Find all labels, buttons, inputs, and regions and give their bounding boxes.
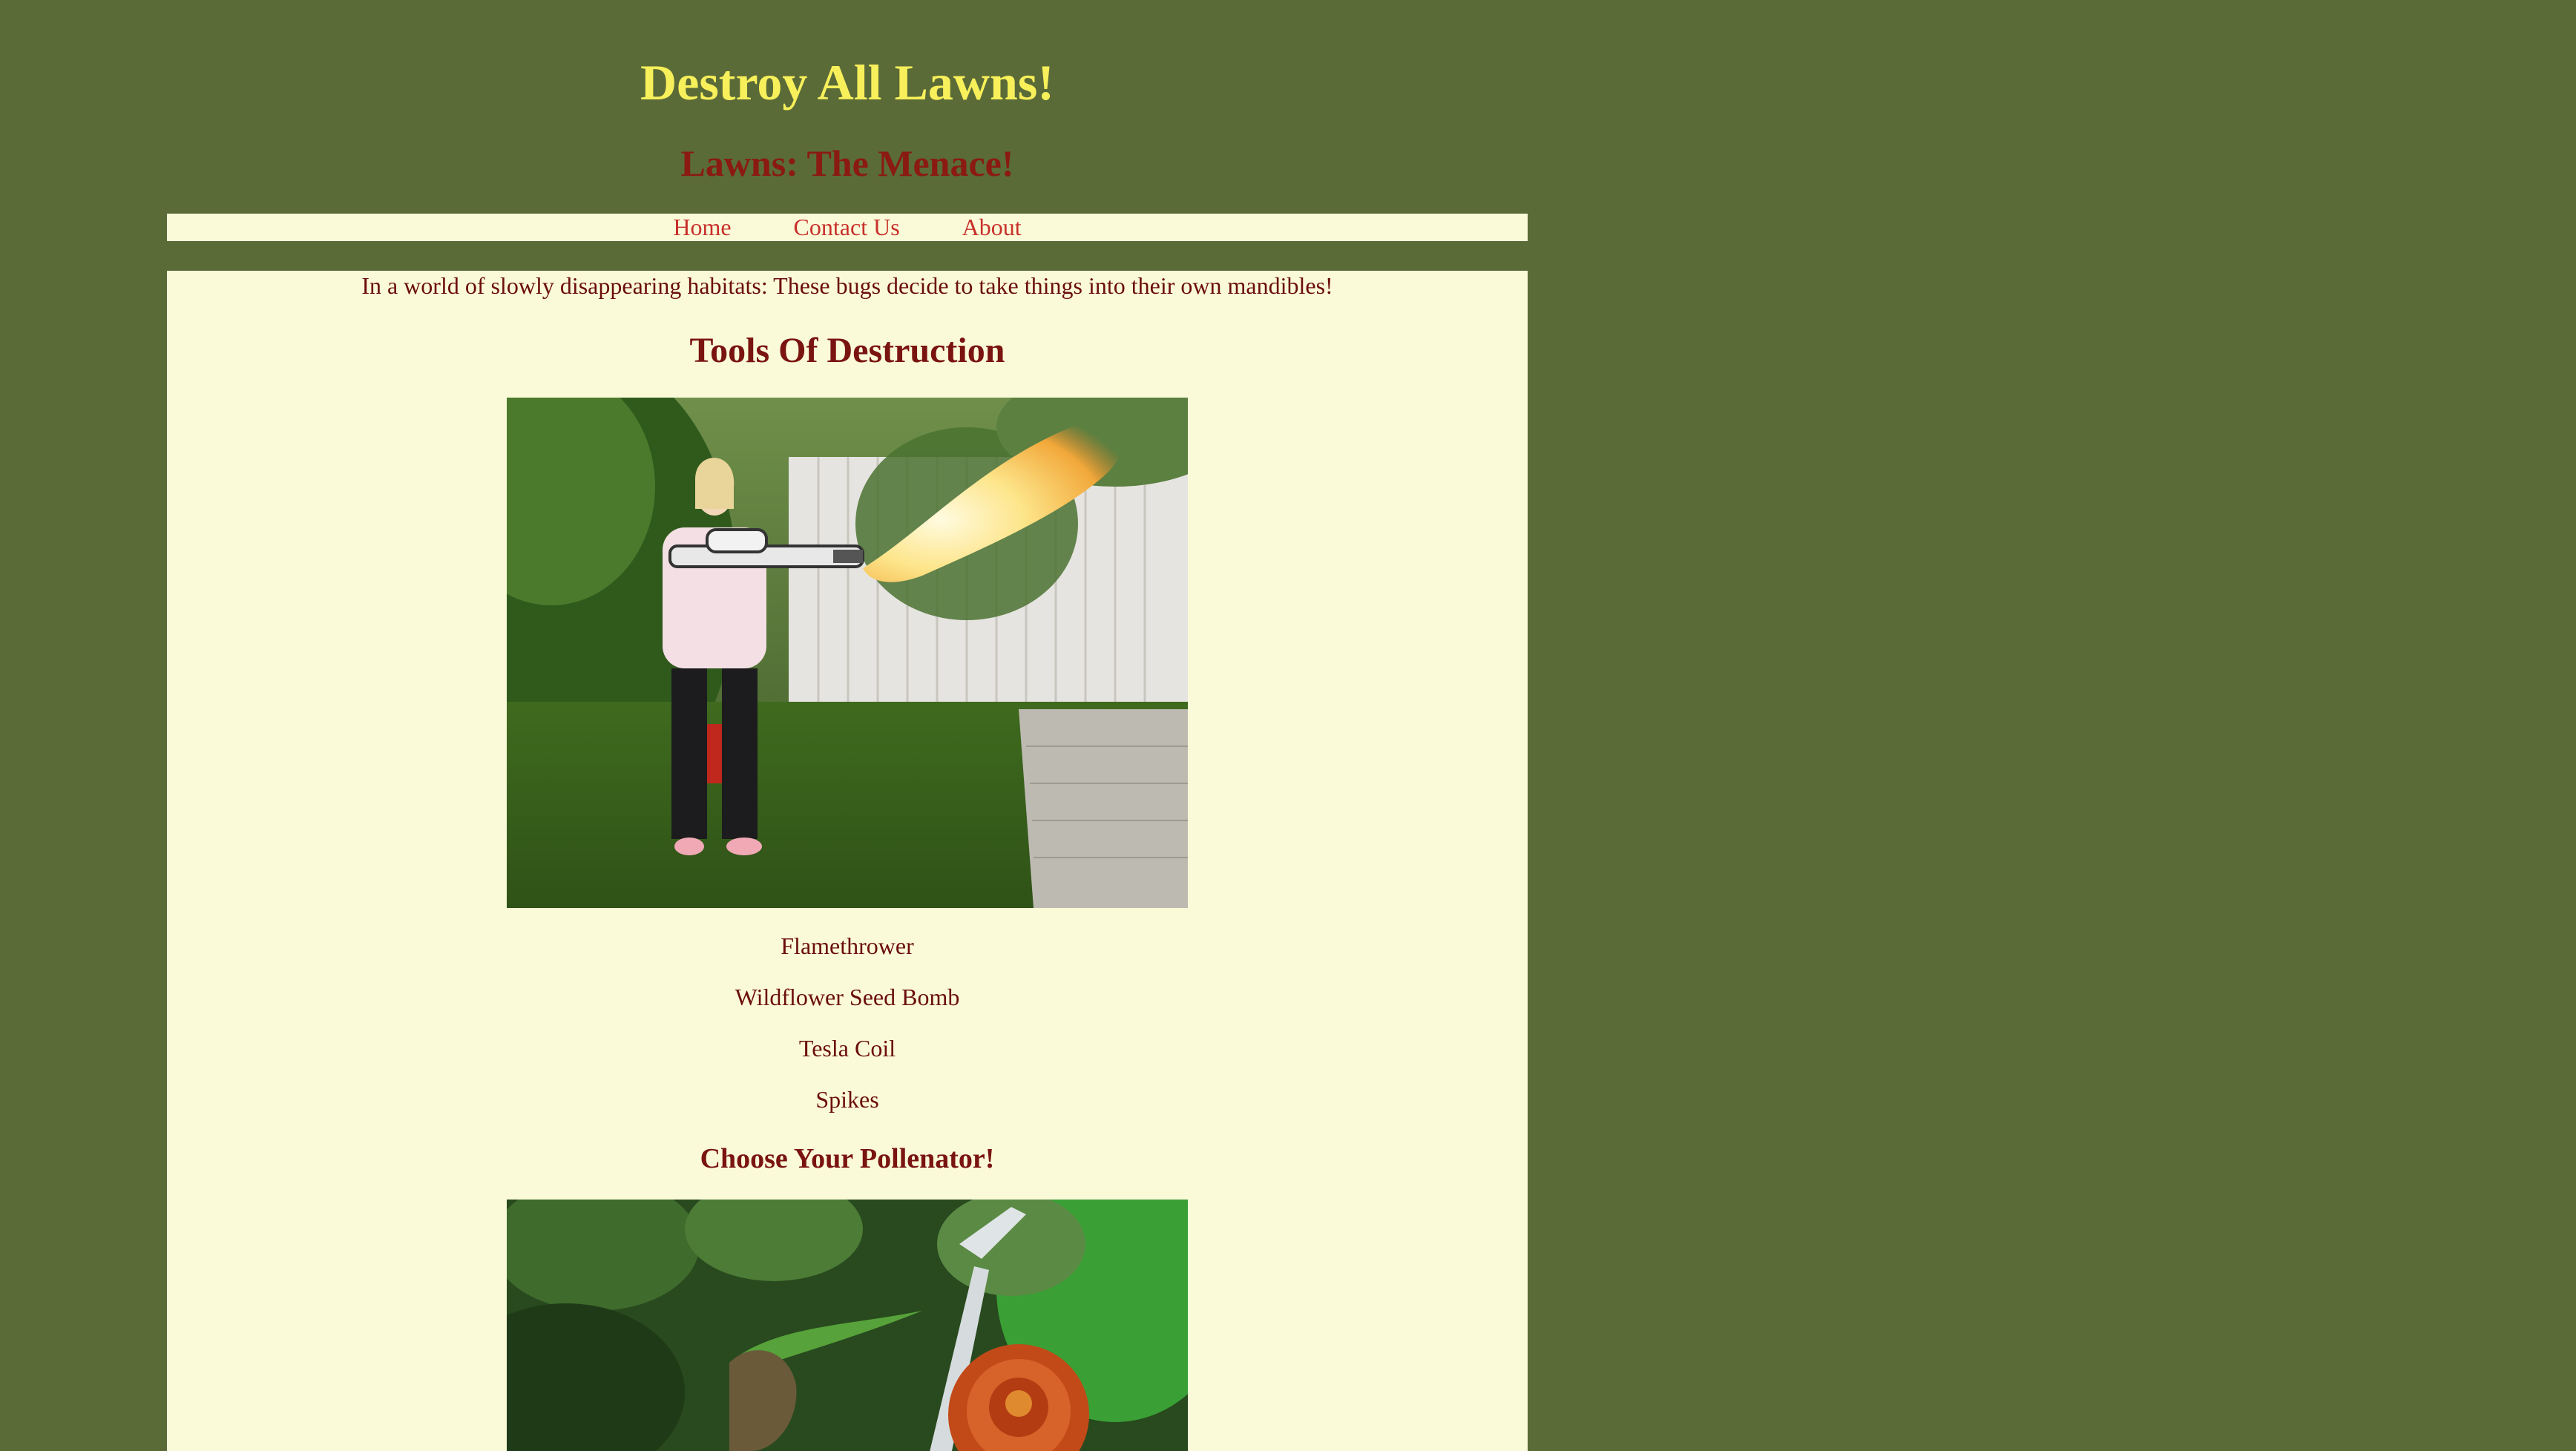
- main-content: In a world of slowly disappearing habita…: [167, 271, 1528, 1451]
- site-title: Destroy All Lawns!: [640, 54, 1054, 111]
- site-header: Destroy All Lawns! Lawns: The Menace!: [167, 0, 1528, 214]
- intro-text: In a world of slowly disappearing habita…: [361, 272, 1333, 299]
- nav-bar: Home Contact Us About: [167, 214, 1528, 241]
- nav-link-about[interactable]: About: [962, 214, 1022, 240]
- tool-tesla-coil: Tesla Coil: [798, 1035, 896, 1062]
- nav-link-home[interactable]: Home: [673, 214, 731, 240]
- tool-spikes: Spikes: [815, 1086, 879, 1113]
- pollenator-heading: Choose Your Pollenator!: [700, 1143, 995, 1174]
- tool-flamethrower: Flamethrower: [781, 932, 914, 959]
- nav-link-contact-us[interactable]: Contact Us: [794, 214, 900, 240]
- flamethrower-photo: [507, 398, 1188, 908]
- site-subtitle: Lawns: The Menace!: [680, 142, 1014, 184]
- pollenator-photo: [507, 1200, 1188, 1451]
- tool-wildflower-seed-bomb: Wildflower Seed Bomb: [735, 984, 960, 1010]
- page: Destroy All Lawns! Lawns: The Menace! Ho…: [0, 0, 2576, 1451]
- tools-heading: Tools Of Destruction: [689, 331, 1005, 370]
